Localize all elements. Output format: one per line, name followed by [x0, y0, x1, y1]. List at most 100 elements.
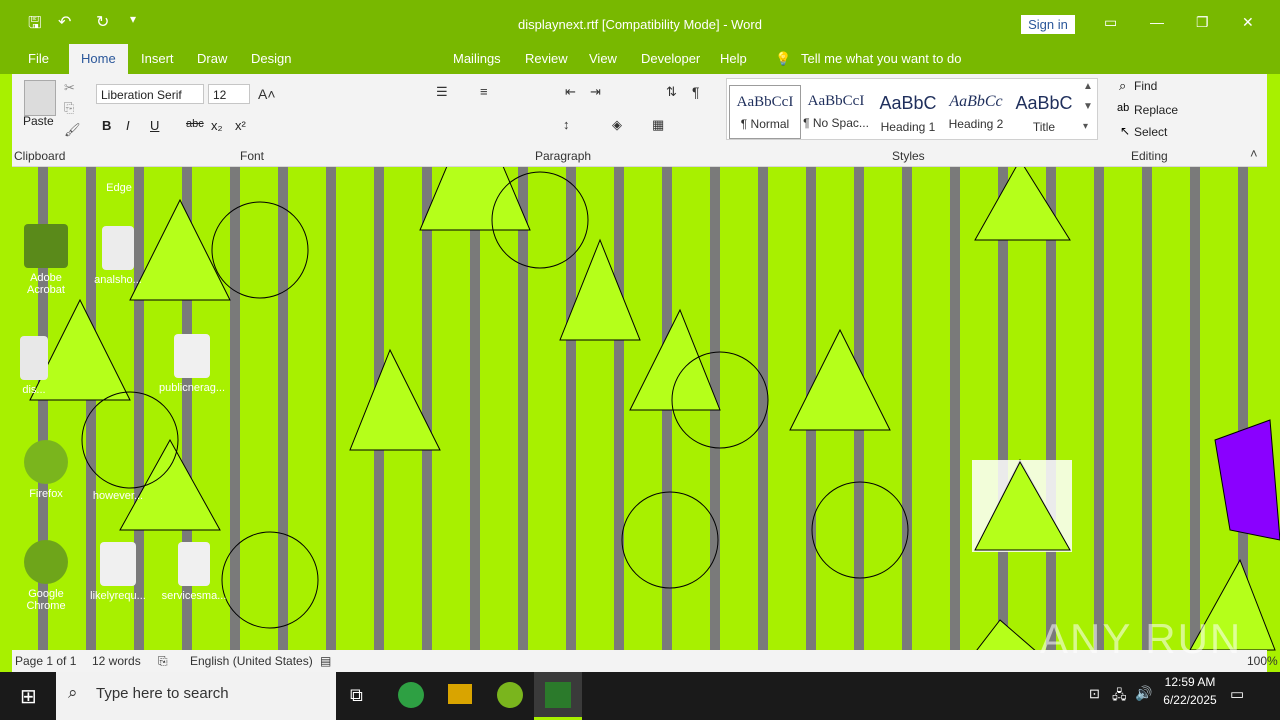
restore-button[interactable]: ❐ — [1196, 14, 1209, 31]
superscript-button[interactable]: x² — [235, 118, 246, 133]
anyrun-watermark: ANY RUN — [1040, 615, 1243, 662]
style-title-name: Title — [1032, 120, 1056, 134]
tab-draw[interactable]: Draw — [197, 51, 227, 66]
find-icon: ⌕ — [1119, 78, 1127, 93]
desktop-icon-dis[interactable]: dis... — [0, 336, 68, 396]
paste-icon[interactable] — [24, 80, 56, 116]
select-button[interactable]: Select — [1134, 125, 1167, 139]
sign-in-button[interactable]: Sign in — [1021, 15, 1075, 34]
edge-icon[interactable] — [398, 682, 424, 708]
tab-view[interactable]: View — [589, 51, 617, 66]
volume-icon[interactable]: 🔊 — [1135, 685, 1152, 702]
paste-button[interactable]: Paste — [23, 114, 54, 128]
notifications-icon[interactable]: ▭ — [1230, 685, 1244, 703]
borders-icon[interactable]: ▦ — [652, 117, 664, 133]
style-heading-1[interactable]: AaBbC Heading 1 — [873, 85, 943, 137]
acrobat-icon — [24, 224, 68, 268]
collapse-ribbon-icon[interactable]: ˄ — [1250, 146, 1258, 161]
clock[interactable]: 12:59 AM 6/22/2025 — [1162, 675, 1218, 707]
title-bar: 🖫 ↶ ↻ ▾ displaynext.rtf [Compatibility M… — [0, 0, 1280, 48]
close-button[interactable]: ✕ — [1242, 14, 1254, 31]
line-spacing-icon[interactable]: ↕ — [563, 117, 570, 132]
file-explorer-icon[interactable] — [448, 684, 472, 704]
language-indicator[interactable]: English (United States) — [190, 654, 313, 668]
style-heading-2-sample: AaBbCc — [949, 93, 1003, 110]
bullets-icon[interactable]: ☰ — [436, 84, 448, 100]
subscript-button[interactable]: x₂ — [211, 118, 223, 133]
word-doc-icon — [174, 334, 210, 378]
cut-icon[interactable]: ✂ — [64, 80, 75, 96]
desktop-icon-publicnerag-label: publicnerag... — [158, 382, 226, 394]
desktop-icon-publicnerag[interactable]: publicnerag... — [158, 334, 226, 394]
italic-button[interactable]: I — [126, 118, 130, 133]
desktop-icon-analsho[interactable]: analsho... — [84, 226, 152, 286]
font-size-select[interactable]: 12 — [208, 84, 250, 104]
taskbar: ⊞ ⌕ Type here to search ⧉ ⊡ 🖧 🔊 ▭ — [0, 672, 1280, 720]
desktop-icon-chrome[interactable]: Google Chrome — [12, 540, 80, 612]
strikethrough-button[interactable]: abc — [186, 118, 204, 130]
proofing-icon[interactable]: ⎘ — [158, 654, 168, 669]
word-count[interactable]: 12 words — [92, 654, 141, 668]
desktop-icon-acrobat[interactable]: Adobe Acrobat — [12, 224, 80, 296]
format-painter-icon[interactable]: 🖌 — [64, 122, 81, 138]
word-taskbar-button[interactable] — [534, 672, 582, 720]
paragraph-group-label: Paragraph — [535, 149, 592, 163]
task-view-icon[interactable]: ⧉ — [350, 685, 363, 706]
tab-home[interactable]: Home — [69, 44, 128, 74]
tab-file[interactable]: File — [28, 51, 49, 66]
increase-indent-icon[interactable]: ⇥ — [590, 84, 601, 100]
show-marks-icon[interactable]: ¶ — [692, 84, 700, 100]
desktop-icon-firefox[interactable]: Firefox — [12, 440, 80, 500]
ribbon-display-icon[interactable]: ▭ — [1104, 14, 1117, 31]
desktop-icon-dis-label: dis... — [22, 384, 46, 396]
tab-design[interactable]: Design — [251, 51, 291, 66]
style-title-sample: AaBbC — [1015, 93, 1073, 113]
bold-button[interactable]: B — [102, 118, 111, 133]
font-family-select[interactable]: Liberation Serif — [96, 84, 204, 104]
styles-scroll-up-icon[interactable]: ▲ — [1083, 81, 1093, 92]
styles-more-icon[interactable]: ▾ — [1083, 121, 1088, 132]
sort-icon[interactable]: ⇅ — [666, 84, 677, 100]
firefox-taskbar-icon[interactable] — [497, 682, 523, 708]
tray-icon[interactable]: ⊡ — [1089, 686, 1100, 702]
search-icon: ⌕ — [68, 683, 78, 702]
macro-icon[interactable]: ▤ — [320, 654, 331, 668]
style-no-spacing[interactable]: AaBbCcI ¶ No Spac... — [801, 85, 871, 137]
replace-button[interactable]: Replace — [1134, 103, 1178, 117]
desktop-icon-however[interactable]: however... — [84, 490, 152, 502]
numbering-icon[interactable]: ≡ — [480, 84, 488, 99]
decrease-indent-icon[interactable]: ⇤ — [565, 84, 576, 100]
style-heading-2[interactable]: AaBbCc Heading 2 — [941, 85, 1011, 137]
style-title[interactable]: AaBbC Title — [1009, 85, 1079, 137]
underline-button[interactable]: U — [150, 118, 159, 133]
desktop-icon-firefox-label: Firefox — [29, 488, 63, 500]
replace-icon: ab — [1117, 102, 1130, 114]
clock-date: 6/22/2025 — [1163, 693, 1217, 707]
shading-icon[interactable]: ◈ — [612, 117, 622, 133]
tab-insert[interactable]: Insert — [141, 51, 174, 66]
styles-scroll-down-icon[interactable]: ▼ — [1083, 101, 1093, 112]
file-icon — [178, 542, 210, 586]
desktop-icon-servicesma[interactable]: servicesma... — [160, 542, 228, 602]
zoom-level[interactable]: 100% — [1247, 654, 1278, 668]
minimize-button[interactable]: — — [1150, 14, 1164, 30]
desktop-icon-edge-label: Edge — [106, 182, 132, 194]
desktop-icon-edge[interactable]: Edge — [85, 182, 153, 194]
taskbar-search[interactable]: ⌕ Type here to search — [56, 672, 336, 720]
find-button[interactable]: Find — [1134, 79, 1157, 93]
tell-me-search[interactable]: Tell me what you want to do — [801, 51, 961, 66]
windows-start-icon[interactable]: ⊞ — [20, 684, 37, 709]
style-normal[interactable]: AaBbCcI ¶ Normal — [729, 85, 801, 139]
grow-font-icon[interactable]: A˄ — [258, 86, 276, 102]
tab-developer[interactable]: Developer — [641, 51, 700, 66]
tab-review[interactable]: Review — [525, 51, 568, 66]
tab-help[interactable]: Help — [720, 51, 747, 66]
desktop-icon-likelyrequ[interactable]: likelyrequ... — [84, 542, 152, 602]
page-count[interactable]: Page 1 of 1 — [15, 654, 76, 668]
word-doc-icon — [20, 336, 48, 380]
chrome-icon — [24, 540, 68, 584]
network-icon[interactable]: 🖧 — [1112, 686, 1127, 708]
copy-icon[interactable]: ⎘ — [64, 100, 74, 116]
firefox-icon — [24, 440, 68, 484]
tab-mailings[interactable]: Mailings — [453, 51, 501, 66]
